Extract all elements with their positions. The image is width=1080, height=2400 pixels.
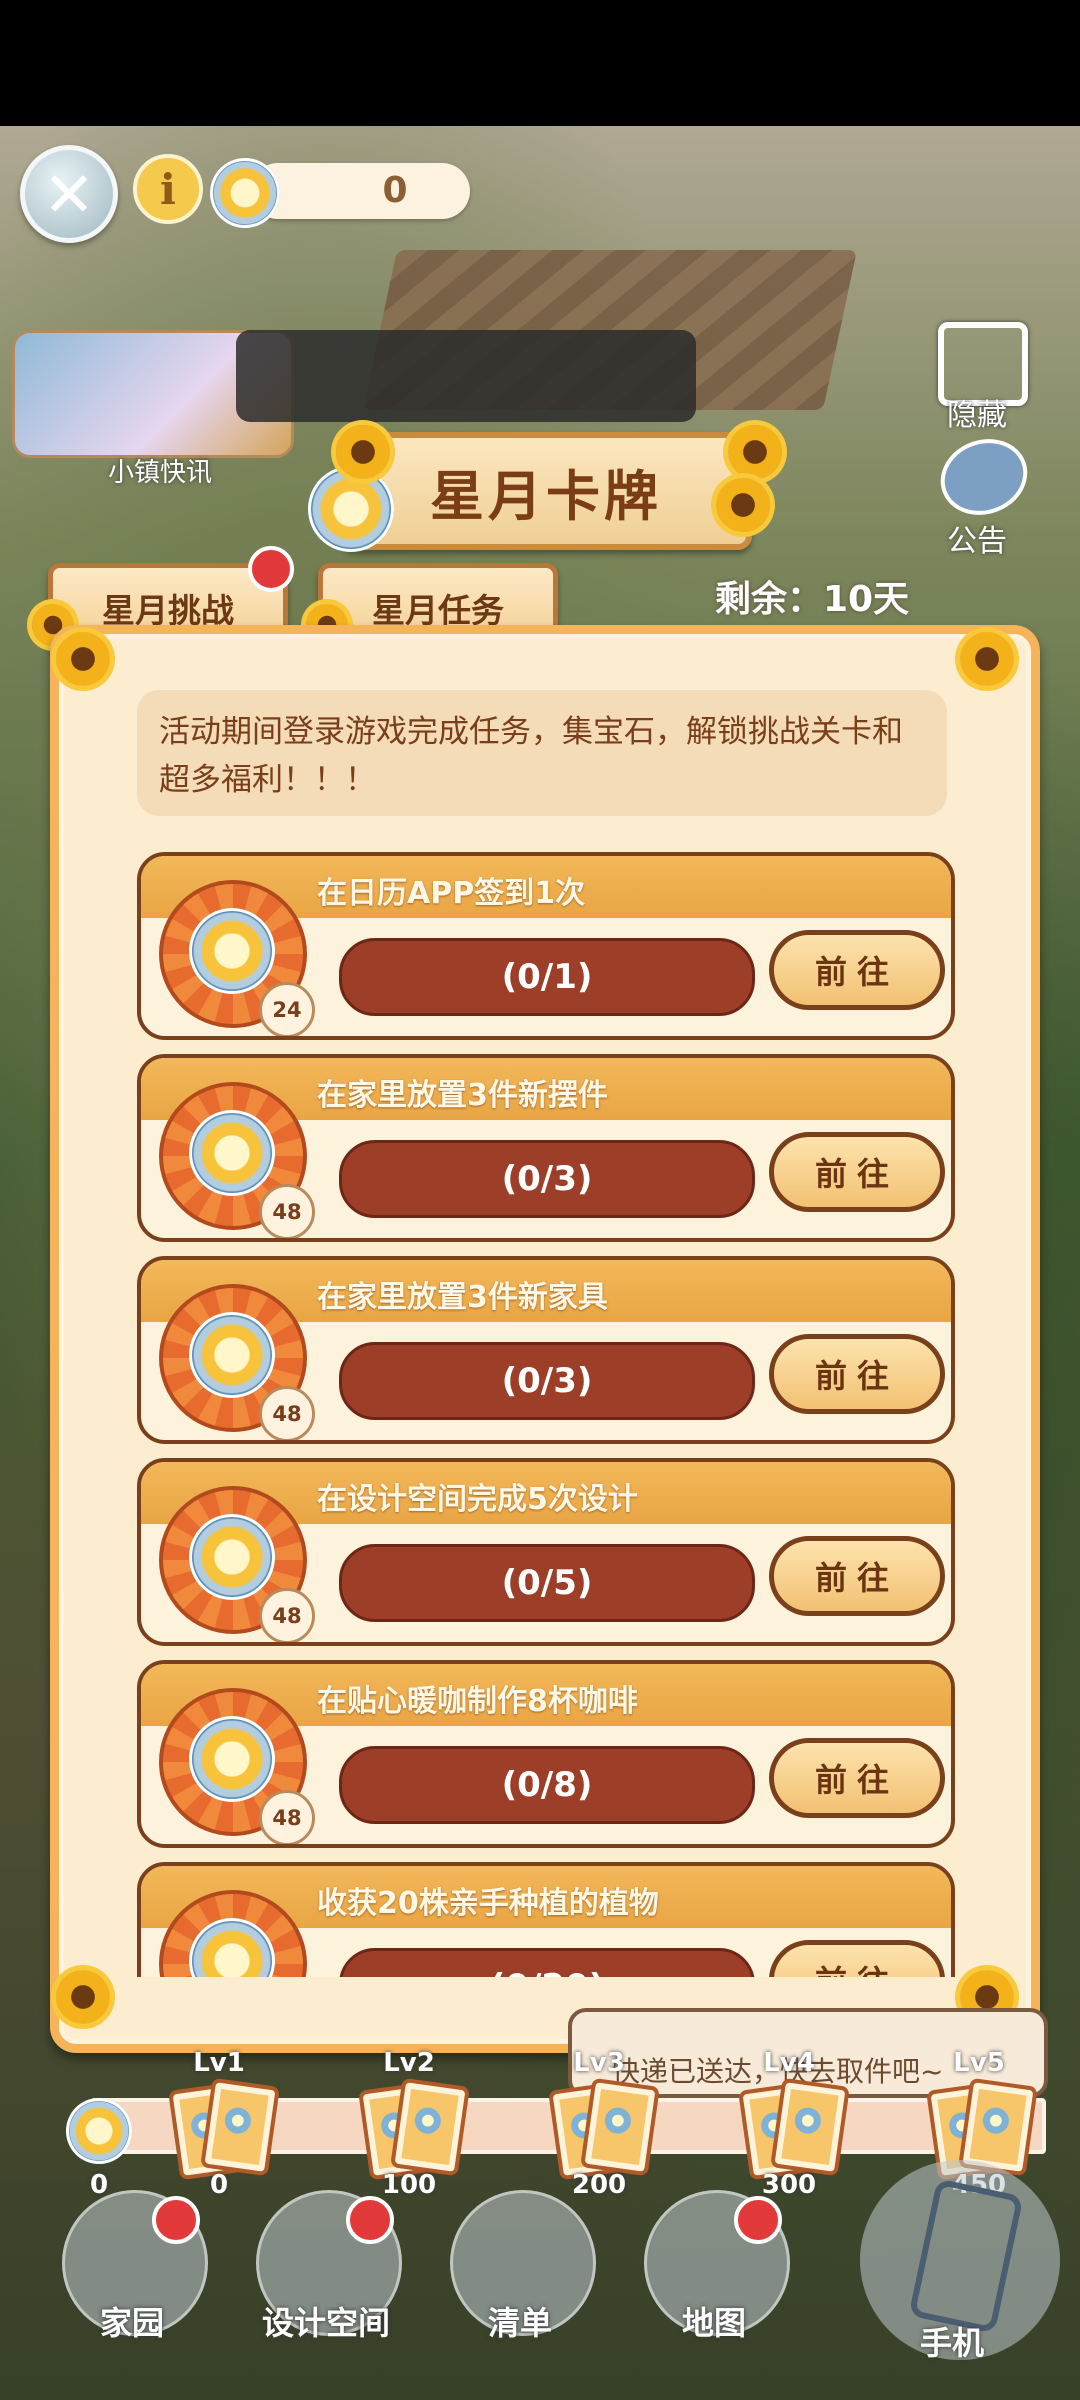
town-news-label: 小镇快讯 bbox=[107, 458, 212, 488]
task-title: 在贴心暖咖制作8杯咖啡 bbox=[317, 1684, 638, 1719]
task-row: 在家里放置3件新家具 48 (0/3) 前往 bbox=[137, 1256, 955, 1444]
task-title: 在家里放置3件新摆件 bbox=[317, 1078, 608, 1113]
task-progress: (0/8) bbox=[339, 1746, 755, 1824]
task-row: 在日历APP签到1次 24 (0/1) 前往 bbox=[137, 852, 955, 1040]
task-row: 在设计空间完成5次设计 48 (0/5) 前往 bbox=[137, 1458, 955, 1646]
reward-amount: 48 bbox=[259, 1184, 315, 1238]
card-icon bbox=[200, 2077, 280, 2177]
gem-counter: 0 bbox=[250, 163, 470, 219]
go-button[interactable]: 前往 bbox=[769, 1940, 945, 1977]
task-progress: (0/3) bbox=[339, 1342, 755, 1420]
close-icon: ✕ bbox=[43, 157, 95, 231]
moon-gem-icon bbox=[189, 1110, 275, 1196]
sunflower-icon bbox=[728, 425, 782, 479]
task-progress: (0/1) bbox=[339, 938, 755, 1016]
sunflower-icon bbox=[56, 632, 110, 686]
level-label: Lv1 bbox=[193, 2048, 245, 2078]
card-icon bbox=[770, 2077, 850, 2177]
task-title: 在日历APP签到1次 bbox=[317, 876, 586, 911]
card-reward-lv3[interactable] bbox=[548, 2077, 660, 2181]
close-button[interactable]: ✕ bbox=[20, 145, 118, 243]
task-list[interactable]: 在日历APP签到1次 24 (0/1) 前往 在家里放置3件新摆件 48 (0/… bbox=[137, 852, 957, 1977]
task-panel: 活动期间登录游戏完成任务，集宝石，解锁挑战关卡和超多福利！！！ 在日历APP签到… bbox=[50, 625, 1040, 2053]
card-reward-lv1[interactable] bbox=[168, 2077, 280, 2181]
task-row: 在家里放置3件新摆件 48 (0/3) 前往 bbox=[137, 1054, 955, 1242]
level-value: 300 bbox=[761, 2170, 817, 2200]
level-label: Lv2 bbox=[383, 2048, 435, 2078]
moon-gem-icon bbox=[210, 158, 280, 228]
title-backplate bbox=[236, 330, 696, 422]
status-bar bbox=[0, 0, 1080, 126]
go-button[interactable]: 前往 bbox=[769, 930, 945, 1010]
moon-gem-icon bbox=[189, 1716, 275, 1802]
task-progress: (0/5) bbox=[339, 1544, 755, 1622]
moon-gem-icon bbox=[189, 1514, 275, 1600]
notification-dot bbox=[346, 2196, 394, 2244]
level-label: Lv4 bbox=[763, 2048, 815, 2078]
task-title: 收获20株亲手种植的植物 bbox=[317, 1886, 659, 1921]
notification-dot bbox=[248, 546, 294, 592]
sunflower-icon bbox=[716, 478, 770, 532]
task-progress: (0/20) bbox=[339, 1948, 755, 1977]
reward-amount: 24 bbox=[259, 982, 315, 1036]
nav-design-label[interactable]: 设计空间 bbox=[246, 2298, 406, 2344]
reward-amount: 48 bbox=[259, 1386, 315, 1440]
moon-gem-icon bbox=[308, 466, 394, 552]
sunflower-icon bbox=[960, 632, 1014, 686]
card-reward-lv4[interactable] bbox=[738, 2077, 850, 2181]
nav-map-label[interactable]: 地图 bbox=[634, 2298, 794, 2344]
nav-list-label[interactable]: 清单 bbox=[440, 2298, 600, 2344]
task-title: 在家里放置3件新家具 bbox=[317, 1280, 608, 1315]
nav-phone-label[interactable]: 手机 bbox=[872, 2318, 1032, 2364]
card-icon bbox=[580, 2077, 660, 2177]
card-icon bbox=[390, 2077, 470, 2177]
moon-gem-icon bbox=[189, 1312, 275, 1398]
task-title: 在设计空间完成5次设计 bbox=[317, 1482, 638, 1517]
level-label: Lv3 bbox=[573, 2048, 625, 2078]
notice-label[interactable]: 公告 bbox=[922, 516, 1032, 560]
gem-count: 0 bbox=[382, 170, 408, 211]
remaining-time: 剩余：10天 bbox=[715, 579, 910, 620]
go-button[interactable]: 前往 bbox=[769, 1536, 945, 1616]
info-button[interactable]: i bbox=[133, 154, 203, 224]
nav-home-label[interactable]: 家园 bbox=[52, 2298, 212, 2344]
notification-dot bbox=[734, 2196, 782, 2244]
info-icon: i bbox=[160, 164, 176, 214]
go-button[interactable]: 前往 bbox=[769, 1738, 945, 1818]
task-row: 收获20株亲手种植的植物 (0/20) 前往 bbox=[137, 1862, 955, 1977]
hide-label[interactable]: 隐藏 bbox=[922, 390, 1032, 434]
task-progress: (0/3) bbox=[339, 1140, 755, 1218]
level-value: 200 bbox=[571, 2170, 627, 2200]
reward-amount: 48 bbox=[259, 1588, 315, 1642]
go-button[interactable]: 前往 bbox=[769, 1132, 945, 1212]
go-button[interactable]: 前往 bbox=[769, 1334, 945, 1414]
moon-gem-icon bbox=[189, 908, 275, 994]
reward-amount: 48 bbox=[259, 1790, 315, 1844]
task-row: 在贴心暖咖制作8杯咖啡 48 (0/8) 前往 bbox=[137, 1660, 955, 1848]
card-reward-lv2[interactable] bbox=[358, 2077, 470, 2181]
level-label: Lv5 bbox=[953, 2048, 1005, 2078]
page-title: 星月卡牌 bbox=[340, 432, 752, 550]
notification-dot bbox=[152, 2196, 200, 2244]
moon-gem-icon bbox=[66, 2098, 132, 2164]
sunflower-icon bbox=[56, 1970, 110, 2024]
event-description: 活动期间登录游戏完成任务，集宝石，解锁挑战关卡和超多福利！！！ bbox=[137, 690, 947, 816]
sunflower-icon bbox=[336, 425, 390, 479]
phone-icon bbox=[908, 2178, 1024, 2334]
